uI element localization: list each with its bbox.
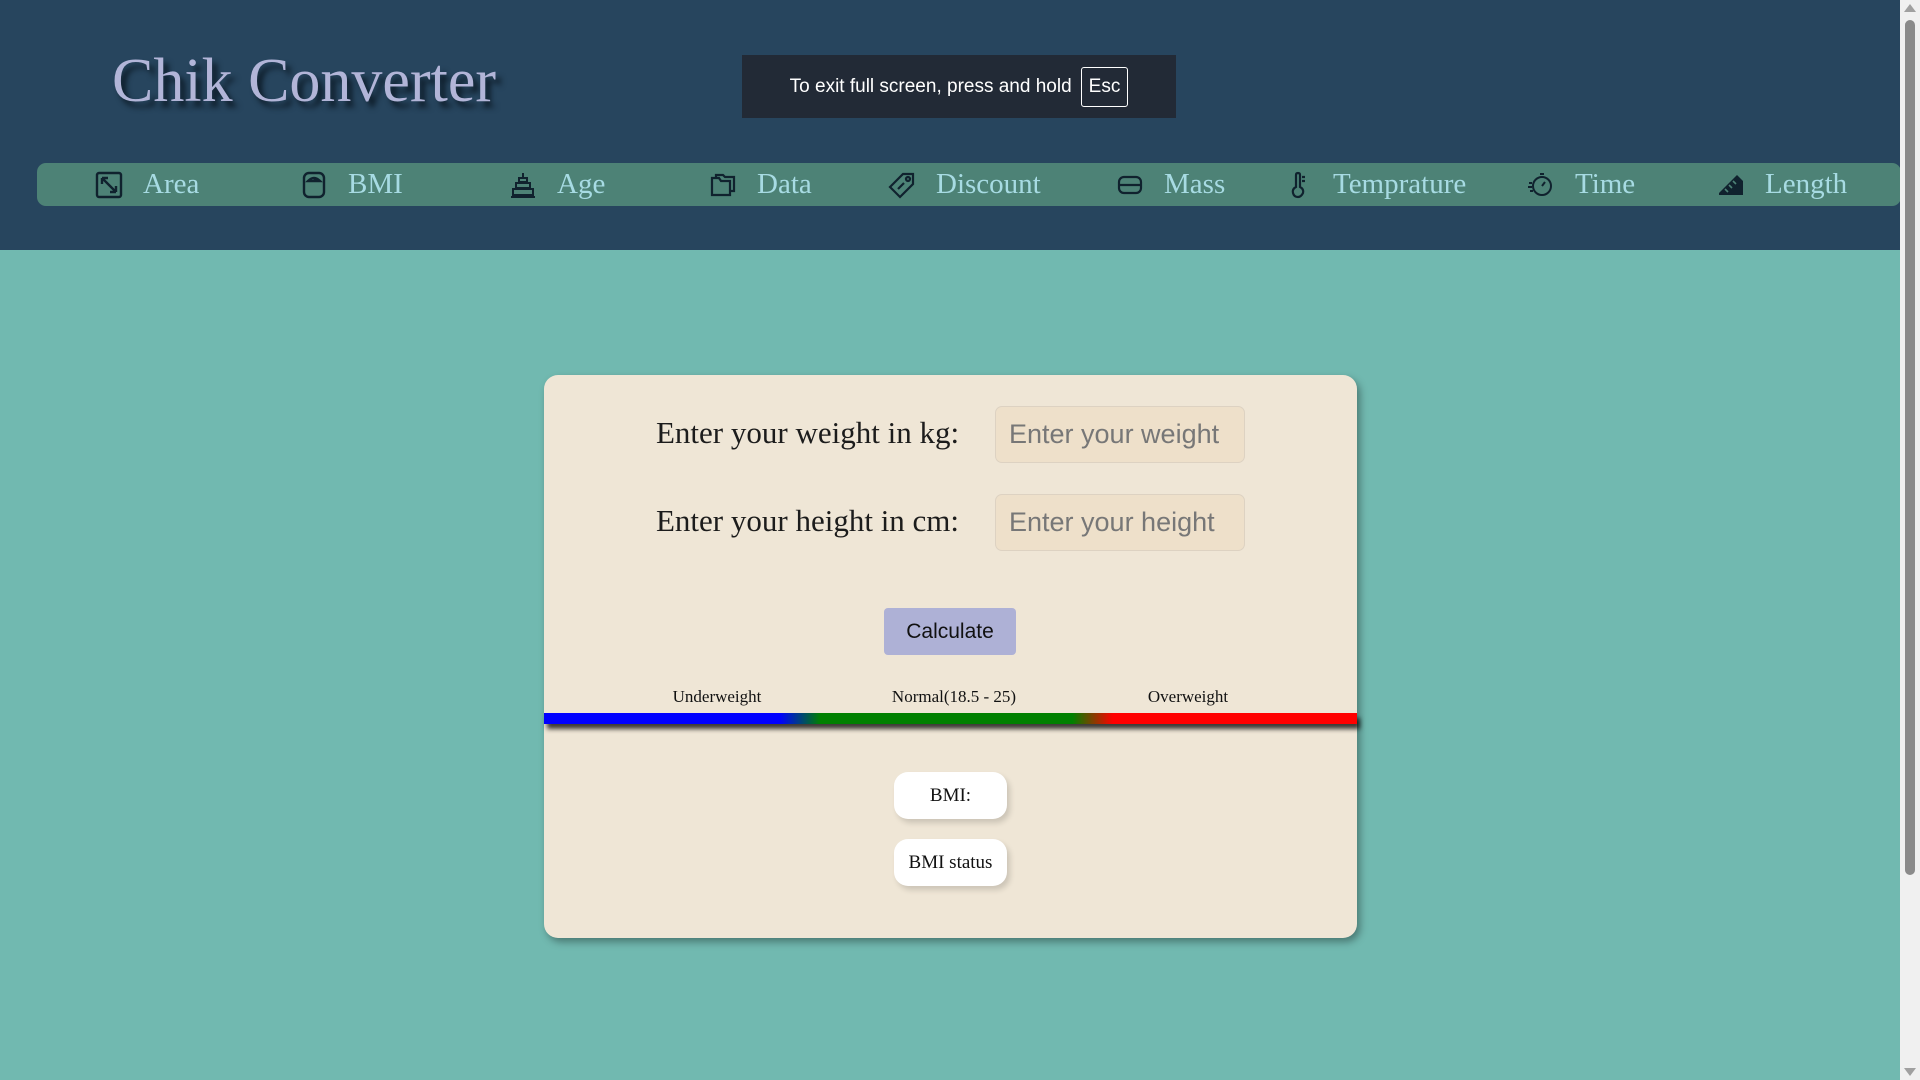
- scale-label-underweight: Underweight: [672, 687, 762, 706]
- nav-item-label: Temprature: [1333, 168, 1467, 200]
- scroll-down-icon[interactable]: [1904, 1068, 1916, 1076]
- nav-item-data[interactable]: Data: [709, 163, 812, 206]
- nav-item-label: Area: [143, 168, 200, 200]
- weight-label: Enter your weight in kg:: [656, 415, 960, 450]
- nav-item-area[interactable]: Area: [95, 163, 199, 206]
- app-title: Chik Converter: [112, 47, 496, 115]
- scroll-thumb[interactable]: [1905, 20, 1915, 875]
- nav-item-discount[interactable]: Discount: [888, 163, 1041, 206]
- scale-label-overweight: Overweight: [1147, 687, 1229, 706]
- header: Chik Converter To exit full screen, pres…: [0, 0, 1901, 250]
- fullscreen-notice-text: To exit full screen, press and hold: [789, 75, 1072, 97]
- vertical-scrollbar[interactable]: [1900, 0, 1920, 1080]
- calculate-button[interactable]: Calculate: [884, 608, 1016, 655]
- thermometer-icon: [1285, 171, 1313, 199]
- discount-tag-icon: [888, 171, 916, 199]
- nav-item-time[interactable]: Time: [1527, 163, 1635, 206]
- data-icon: [709, 171, 737, 199]
- weight-input[interactable]: [995, 406, 1245, 463]
- nav-item-label: BMI: [348, 168, 403, 200]
- nav-item-label: Time: [1575, 168, 1636, 200]
- scale-icon: [300, 171, 328, 199]
- mass-icon: [1116, 171, 1144, 199]
- bmi-status-display: BMI status: [894, 839, 1007, 886]
- scroll-up-icon[interactable]: [1904, 4, 1916, 12]
- bmi-scale-bar: [544, 713, 1357, 724]
- nav-bar: Area BMI Age Data Discount Mass Tempratu…: [37, 163, 1901, 206]
- height-input[interactable]: [995, 494, 1245, 551]
- bmi-calculator-card: Enter your weight in kg: Enter your heig…: [544, 375, 1357, 938]
- ruler-icon: [1717, 171, 1745, 199]
- nav-item-label: Discount: [936, 168, 1041, 200]
- esc-key-hint: Esc: [1080, 66, 1129, 107]
- nav-item-length[interactable]: Length: [1717, 163, 1847, 206]
- fullscreen-notice: To exit full screen, press and hold Esc: [742, 55, 1176, 118]
- nav-item-label: Age: [557, 168, 606, 200]
- nav-item-age[interactable]: Age: [509, 163, 605, 206]
- nav-item-label: Data: [757, 168, 812, 200]
- area-icon: [95, 171, 123, 199]
- nav-item-bmi[interactable]: BMI: [300, 163, 403, 206]
- stopwatch-icon: [1527, 171, 1555, 199]
- nav-item-label: Length: [1765, 168, 1848, 200]
- bmi-value-display: BMI:: [894, 772, 1007, 819]
- scale-label-normal: Normal(18.5 - 25): [891, 687, 1017, 706]
- age-icon: [509, 171, 537, 199]
- nav-item-label: Mass: [1164, 168, 1226, 200]
- height-label: Enter your height in cm:: [656, 503, 960, 538]
- nav-item-temprature[interactable]: Temprature: [1285, 163, 1466, 206]
- nav-item-mass[interactable]: Mass: [1116, 163, 1225, 206]
